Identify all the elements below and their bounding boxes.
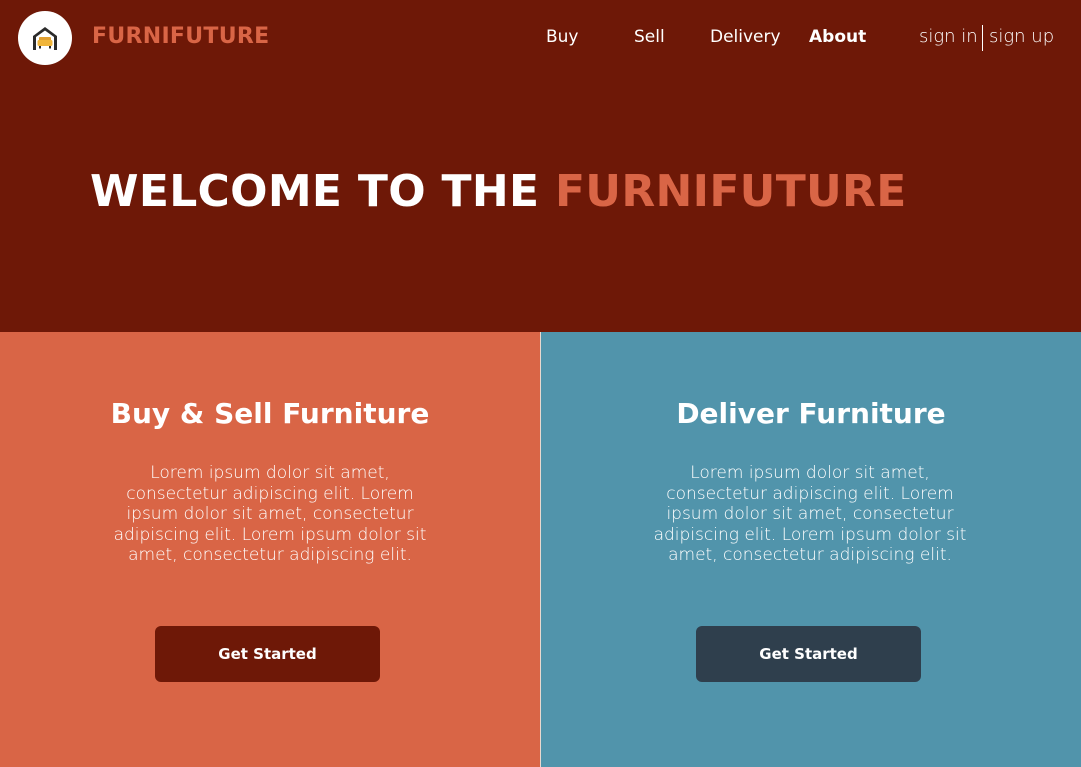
sign-up-link[interactable]: sign up bbox=[989, 24, 1054, 50]
delivery-panel: Deliver Furniture Lorem ipsum dolor sit … bbox=[541, 332, 1081, 767]
page: FURNIFUTURE Buy Sell Delivery About sign… bbox=[0, 0, 1081, 767]
delivery-description: Lorem ipsum dolor sit amet, consectetur … bbox=[653, 463, 967, 565]
hero-section: FURNIFUTURE Buy Sell Delivery About sign… bbox=[0, 0, 1081, 332]
hero-title-accent: FURNIFUTURE bbox=[554, 166, 907, 217]
nav-buy[interactable]: Buy bbox=[546, 24, 579, 50]
brand-name[interactable]: FURNIFUTURE bbox=[92, 22, 269, 52]
house-sofa-icon bbox=[33, 27, 57, 50]
buy-sell-description: Lorem ipsum dolor sit amet, consectetur … bbox=[113, 463, 427, 565]
buy-sell-get-started-button[interactable]: Get Started bbox=[155, 626, 380, 682]
logo[interactable] bbox=[18, 11, 72, 65]
buy-sell-panel: Buy & Sell Furniture Lorem ipsum dolor s… bbox=[0, 332, 540, 767]
nav-about[interactable]: About bbox=[809, 24, 866, 50]
buy-sell-title: Buy & Sell Furniture bbox=[110, 397, 430, 430]
hero-title: WELCOME TO THE FURNIFUTURE bbox=[90, 164, 907, 220]
hero-title-prefix: WELCOME TO THE bbox=[90, 166, 540, 217]
nav-sell[interactable]: Sell bbox=[634, 24, 665, 50]
delivery-title: Deliver Furniture bbox=[676, 397, 946, 430]
sign-in-link[interactable]: sign in bbox=[919, 24, 978, 50]
delivery-get-started-button[interactable]: Get Started bbox=[696, 626, 921, 682]
auth-divider bbox=[982, 25, 983, 51]
nav-delivery[interactable]: Delivery bbox=[710, 24, 781, 50]
